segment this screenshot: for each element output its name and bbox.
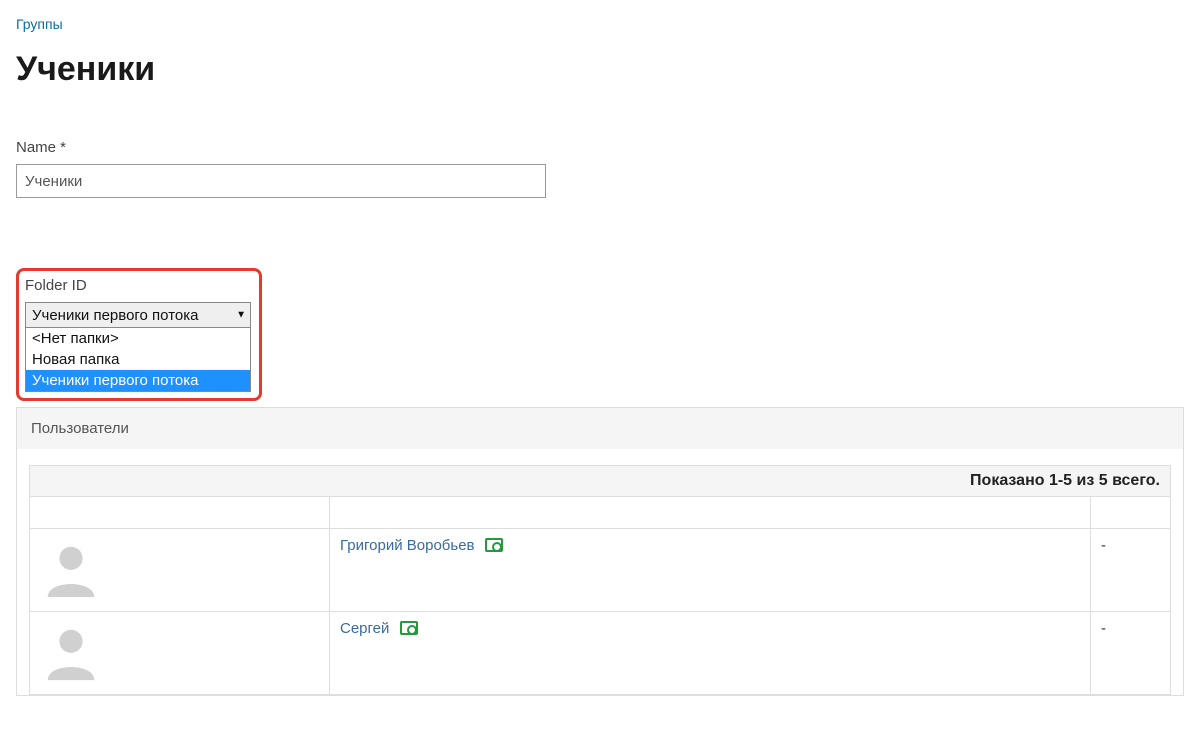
users-summary: Показано 1-5 из 5 всего. [29,465,1171,496]
users-col-avatar [30,497,330,529]
user-link[interactable]: Сергей [340,620,389,637]
avatar-cell [30,612,330,695]
avatar-cell [30,529,330,612]
user-action-cell: - [1091,529,1171,612]
users-col-action [1091,497,1171,529]
name-label: Name * [16,139,1184,156]
money-icon [400,621,418,635]
users-panel-header: Пользователи [17,408,1183,449]
users-panel: Пользователи Показано 1-5 из 5 всего. [16,407,1184,696]
user-name-cell: Сергей [330,612,1091,695]
avatar-icon [40,620,102,682]
folder-highlight-box: Folder ID Ученики первого потока ▼ <Нет … [16,268,262,401]
folder-option-none[interactable]: <Нет папки> [26,328,250,349]
table-row: Сергей - [30,612,1171,695]
folder-select[interactable]: Ученики первого потока ▼ [25,302,251,328]
folder-dropdown: <Нет папки> Новая папка Ученики первого … [25,328,251,392]
user-action-cell: - [1091,612,1171,695]
user-name-cell: Григорий Воробьев [330,529,1091,612]
name-field: Name * [16,139,1184,198]
folder-label: Folder ID [25,277,253,294]
folder-option-stream1[interactable]: Ученики первого потока [26,370,250,391]
breadcrumb-groups[interactable]: Группы [16,16,63,32]
folder-option-new[interactable]: Новая папка [26,349,250,370]
users-col-name [330,497,1091,529]
users-table: Григорий Воробьев - Сергей [29,496,1171,695]
table-row: Григорий Воробьев - [30,529,1171,612]
user-link[interactable]: Григорий Воробьев [340,537,475,554]
name-input[interactable] [16,164,546,198]
folder-select-value: Ученики первого потока [32,307,198,324]
avatar-icon [40,537,102,599]
chevron-down-icon: ▼ [236,310,246,321]
page-title: Ученики [16,50,1184,89]
money-icon [485,538,503,552]
